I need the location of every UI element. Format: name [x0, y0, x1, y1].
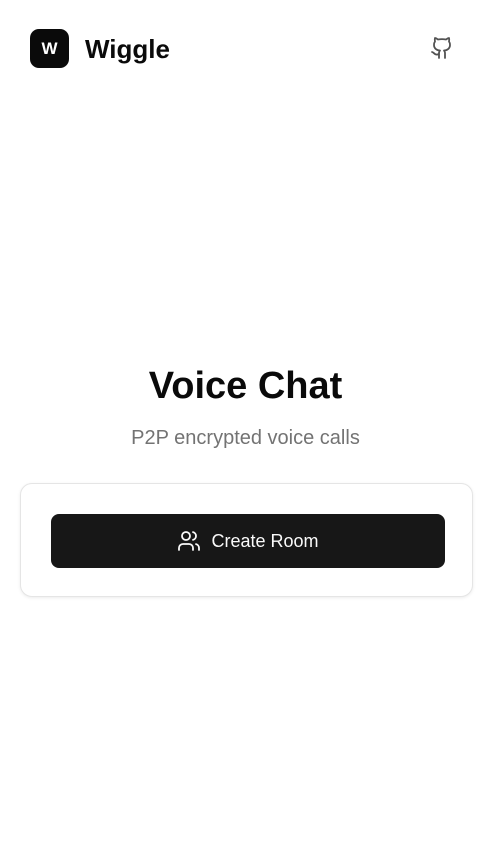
page-title: Voice Chat: [148, 365, 343, 407]
github-icon: [430, 36, 454, 60]
header: W Wiggle: [0, 0, 491, 98]
logo-badge: W: [30, 29, 69, 68]
logo-letter: W: [41, 38, 58, 58]
github-link[interactable]: [428, 34, 456, 62]
create-room-label: Create Room: [211, 530, 319, 551]
page-subtitle: P2P encrypted voice calls: [131, 427, 360, 449]
create-room-button[interactable]: Create Room: [51, 514, 445, 568]
app-root: W Wiggle Voice Chat P2P encrypted voice …: [0, 0, 491, 861]
create-room-card: Create Room: [20, 483, 473, 597]
users-icon: [177, 529, 201, 553]
app-name: Wiggle: [85, 34, 170, 64]
